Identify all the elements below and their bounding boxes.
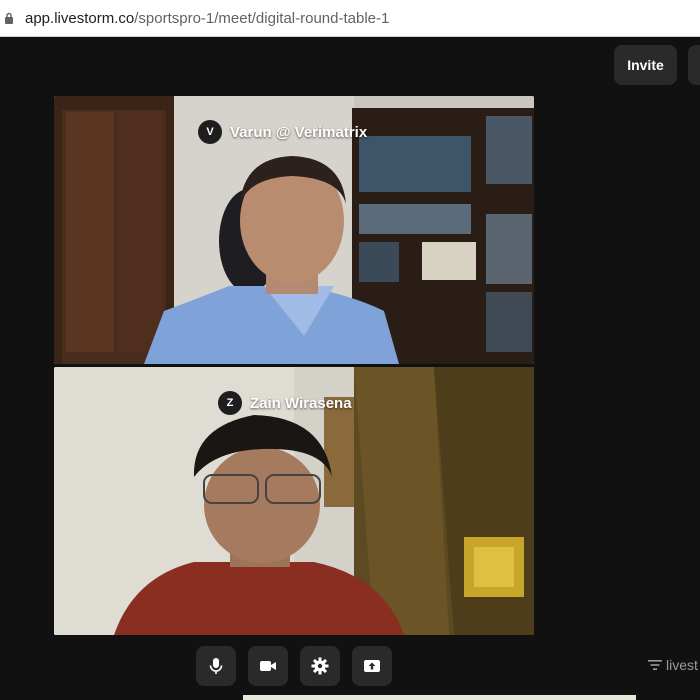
settings-icon: [311, 657, 329, 675]
share-screen-icon: [364, 660, 380, 672]
participant-name: Zain Wirasena: [250, 394, 352, 412]
settings-button[interactable]: [300, 646, 340, 686]
filter-icon: [648, 660, 662, 670]
livestorm-branding[interactable]: livest: [648, 657, 698, 673]
participant-avatar: Z: [218, 391, 242, 415]
brand-text: livest: [666, 657, 698, 673]
camera-button[interactable]: [248, 646, 288, 686]
url-text[interactable]: app.livestorm.co/sportspro-1/meet/digita…: [25, 10, 389, 27]
camera-icon: [260, 661, 276, 671]
participant-name-tag: Z Zain Wirasena: [218, 391, 352, 415]
url-domain: app.livestorm.co: [25, 10, 135, 27]
microphone-button[interactable]: [196, 646, 236, 686]
meeting-stage: Invite V Varun @ Verimatrix Z Zain Wiras…: [0, 37, 700, 700]
participant-video-tile[interactable]: Z Zain Wirasena: [54, 367, 534, 635]
url-path: /sportspro-1/meet/digital-round-table-1: [134, 10, 390, 27]
participant-name: Varun @ Verimatrix: [230, 123, 368, 141]
share-screen-button[interactable]: [352, 646, 392, 686]
participant-name-tag: V Varun @ Verimatrix: [198, 120, 367, 144]
browser-address-bar[interactable]: app.livestorm.co/sportspro-1/meet/digita…: [0, 0, 700, 37]
invite-button[interactable]: Invite: [614, 45, 677, 85]
participant-video-tile[interactable]: V Varun @ Verimatrix: [54, 96, 534, 364]
more-button[interactable]: [688, 45, 700, 85]
lock-icon: [5, 12, 13, 24]
bottom-strip: [243, 695, 636, 700]
participant-avatar: V: [198, 120, 222, 144]
microphone-icon: [209, 658, 223, 674]
